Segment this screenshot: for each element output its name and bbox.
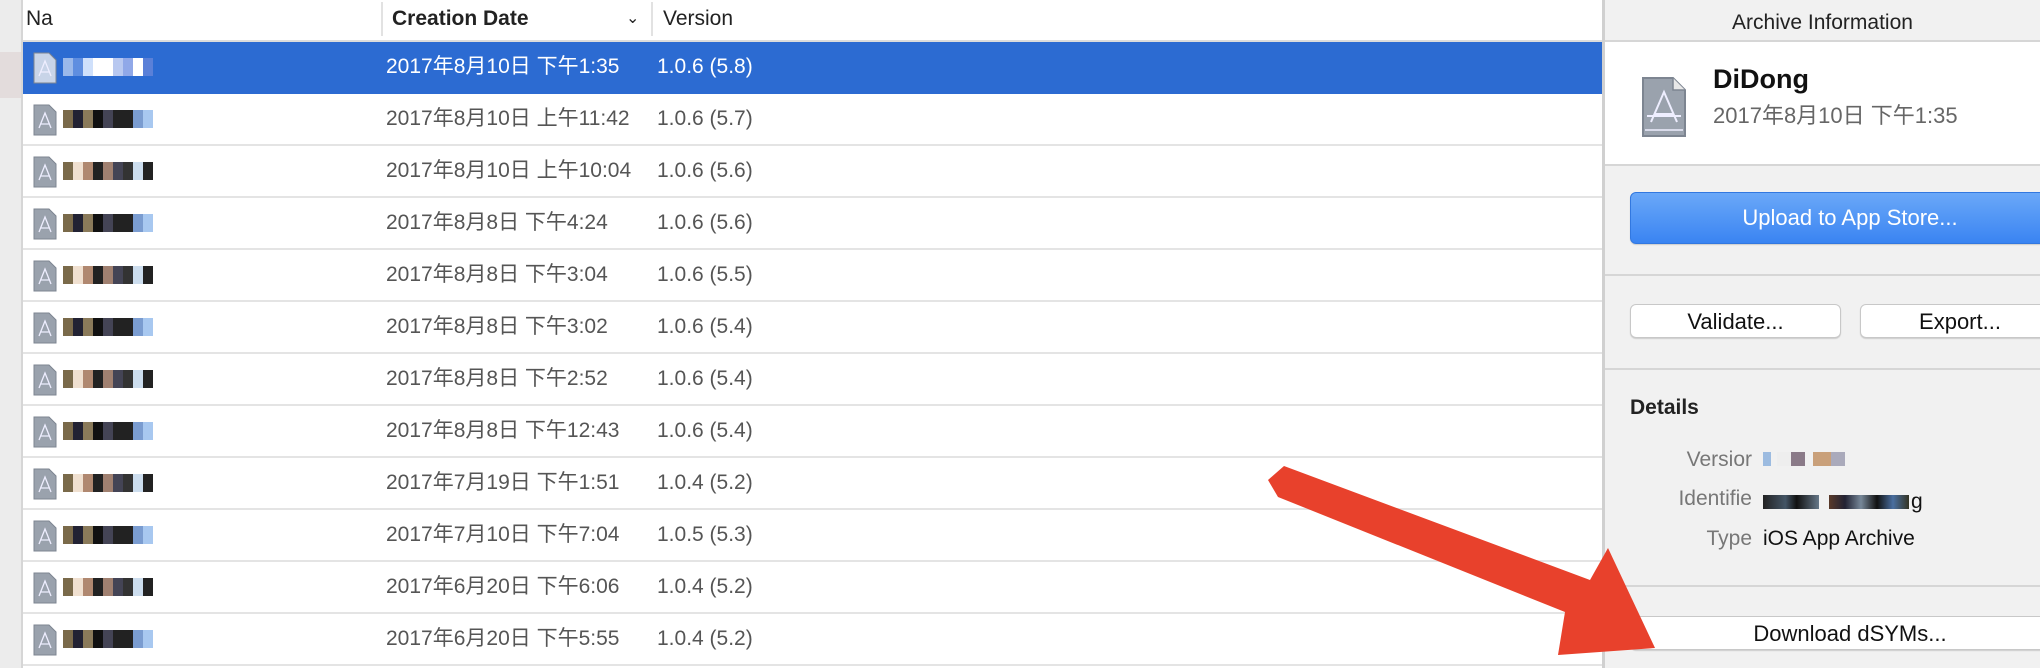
red-arrow-icon — [1268, 466, 1655, 655]
annotation-arrow — [1268, 466, 1655, 655]
